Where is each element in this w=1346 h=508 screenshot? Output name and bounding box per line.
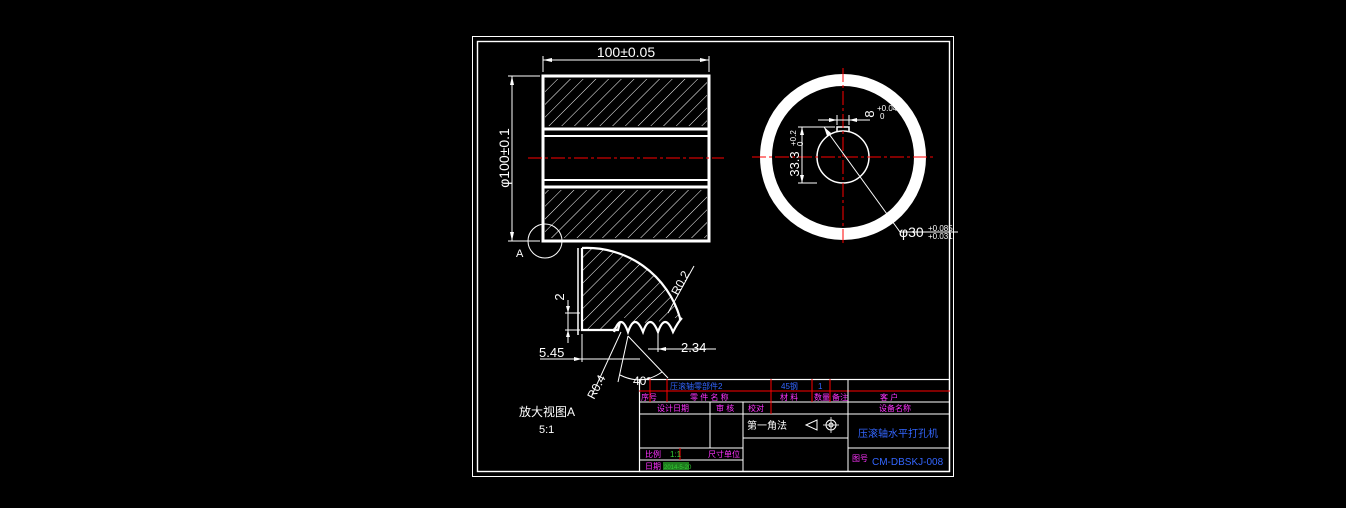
lbl-design: 设计日期 xyxy=(657,403,689,413)
side-view: 8 +0.04 0 33.3 +0.2 0 φ30 +0.085 +0.031 xyxy=(752,68,958,246)
detail-caption: 放大视图A xyxy=(519,404,575,419)
lbl-projection: 第一角法 xyxy=(747,419,787,432)
dim-bore-tol-lower: +0.031 xyxy=(928,232,953,241)
hdr-name: 零 件 名 称 xyxy=(690,392,729,402)
dim-angle: 40° xyxy=(633,374,651,388)
row1-qty: 1 xyxy=(818,382,823,391)
dim-height: 2 xyxy=(552,293,567,300)
bore-leader xyxy=(823,126,901,233)
hatched-section-upper xyxy=(545,79,707,126)
dim-width: 100±0.05 xyxy=(597,44,656,60)
dim-keyway-width: 8 xyxy=(862,110,877,117)
lbl-date: 日期 xyxy=(645,462,661,471)
lbl-review: 审 核 xyxy=(716,403,734,413)
detail-scale: 5:1 xyxy=(539,424,554,436)
date-value: 2014-5-20 xyxy=(664,465,692,471)
title-block: 压滚轴零部件2 45钢 1 序号 零 件 名 称 材 料 数量 备注 客 户 设… xyxy=(638,378,951,473)
row1-name: 压滚轴零部件2 xyxy=(670,381,723,391)
hdr-qty: 数量 xyxy=(814,392,830,402)
lbl-equipment: 设备名称 xyxy=(879,403,911,413)
lbl-unit: 尺寸单位 xyxy=(708,449,740,459)
row1-material: 45钢 xyxy=(781,381,798,391)
dim-keyway-width-tol2: 0 xyxy=(880,112,885,121)
hdr-client: 客 户 xyxy=(880,392,898,402)
detail-marker-a: A xyxy=(516,248,524,260)
dim-radius-bottom: R0.4 xyxy=(584,372,608,401)
front-view: 100±0.05 φ100±0.1 A xyxy=(496,44,724,260)
scale-value: 1:1 xyxy=(670,450,682,459)
dim-keyway-depth: 33.3 xyxy=(787,151,802,176)
dim-offset: 5.45 xyxy=(539,345,564,360)
hdr-material: 材 料 xyxy=(780,392,798,402)
hdr-note: 备注 xyxy=(832,392,848,402)
lbl-drawing-no: 图号 xyxy=(852,454,868,463)
dim-diameter: φ100±0.1 xyxy=(496,128,512,188)
lbl-check: 校对 xyxy=(748,403,764,413)
hdr-no: 序号 xyxy=(641,392,657,402)
drawing-no: CM-DBSKJ-008 xyxy=(872,457,944,468)
dim-bore: φ30 xyxy=(899,224,924,240)
lbl-scale: 比例 xyxy=(645,449,661,459)
dim-keyway-depth-tol2: 0 xyxy=(796,141,805,146)
first-angle-projection-icon xyxy=(804,417,839,433)
dim-radius-top: R0.2 xyxy=(668,268,692,297)
hatched-section-lower xyxy=(545,190,707,238)
equipment-name: 压滚轴水平打孔机 xyxy=(858,427,938,440)
dim-pitch: 2.34 xyxy=(681,340,706,355)
cad-drawing: 100±0.05 φ100±0.1 A 8 +0.04 0 33.3 +0.2 … xyxy=(472,36,958,477)
